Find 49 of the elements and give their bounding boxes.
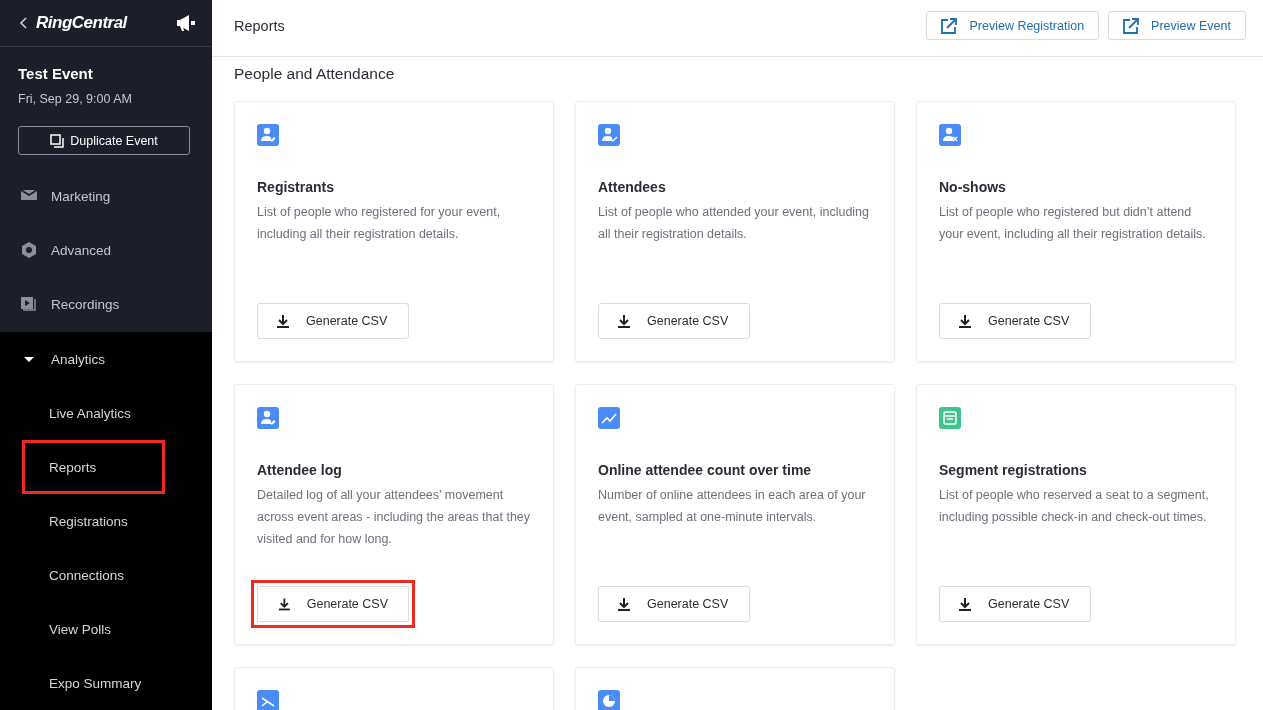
card-description: List of people who attended your event, including all their registration details. bbox=[598, 204, 871, 243]
nav-item[interactable]: Analytics bbox=[0, 332, 212, 386]
event-date: Fri, Sep 29, 9:00 AM bbox=[17, 91, 133, 106]
nav-item[interactable]: Advanced bbox=[0, 223, 212, 277]
download-icon bbox=[276, 314, 290, 328]
nav-item[interactable]: Expo Summary bbox=[22, 656, 165, 710]
nav-item[interactable]: Reports bbox=[22, 440, 165, 494]
card-description: List of people who reserved a seat to a segment, including possible check-in and check-out times. bbox=[939, 487, 1210, 526]
brand-logo: RingCentral bbox=[36, 13, 127, 33]
external-link-icon bbox=[1123, 17, 1140, 34]
back-icon bbox=[18, 16, 28, 30]
card-description: Detailed log of all your attendees’ movement across event areas - including the areas that they visited and for how long. bbox=[257, 487, 531, 548]
generate-csv-button[interactable]: Generate CSV bbox=[598, 586, 750, 622]
duplicate-button[interactable]: Duplicate Event bbox=[18, 126, 190, 155]
megaphone-icon bbox=[176, 14, 196, 32]
video-icon bbox=[21, 296, 37, 312]
nav-item[interactable]: Recordings bbox=[0, 277, 212, 331]
copy-icon bbox=[50, 133, 65, 148]
card-description: Number of online attendees in each area of your event, sampled at one-minute intervals. bbox=[598, 487, 867, 526]
card-title: Registrants bbox=[257, 179, 336, 195]
download-icon bbox=[958, 314, 972, 328]
generate-csv-button[interactable]: Generate CSV bbox=[939, 303, 1091, 339]
nav-item[interactable]: Registrations bbox=[22, 494, 165, 548]
card-title: Online attendee count over time bbox=[598, 462, 813, 478]
section-title: People and Attendance bbox=[234, 65, 396, 83]
event-title: Test Event bbox=[17, 65, 94, 82]
nav-item[interactable]: View Polls bbox=[22, 602, 165, 656]
generate-csv-button[interactable]: Generate CSV bbox=[939, 586, 1091, 622]
nav-item[interactable]: Live Analytics bbox=[22, 386, 165, 440]
external-link-icon bbox=[941, 17, 958, 34]
generate-csv-button[interactable]: Generate CSV bbox=[251, 580, 415, 628]
download-icon bbox=[617, 597, 631, 611]
nav-item[interactable]: Connections bbox=[22, 548, 165, 602]
generate-csv-button[interactable]: Generate CSV bbox=[257, 303, 409, 339]
hexagon-icon bbox=[21, 242, 37, 258]
page-title: Reports bbox=[234, 17, 285, 34]
preview-button[interactable]: Preview Event bbox=[1108, 11, 1246, 40]
card-title: Segment registrations bbox=[939, 462, 1088, 478]
download-icon bbox=[617, 314, 631, 328]
download-icon bbox=[958, 597, 972, 611]
card-title: No-shows bbox=[939, 179, 1007, 195]
preview-button[interactable]: Preview Registration bbox=[926, 11, 1100, 40]
download-icon bbox=[278, 597, 291, 611]
card-description: List of people who registered for your event, including all their registration details. bbox=[257, 204, 502, 243]
card-title: Attendee log bbox=[257, 462, 343, 478]
card-description: List of people who registered but didn’t attend your event, including all their registration details. bbox=[939, 204, 1207, 243]
card-title: Attendees bbox=[598, 179, 667, 195]
generate-csv-button[interactable]: Generate CSV bbox=[598, 303, 750, 339]
nav-item[interactable]: Marketing bbox=[0, 169, 212, 223]
